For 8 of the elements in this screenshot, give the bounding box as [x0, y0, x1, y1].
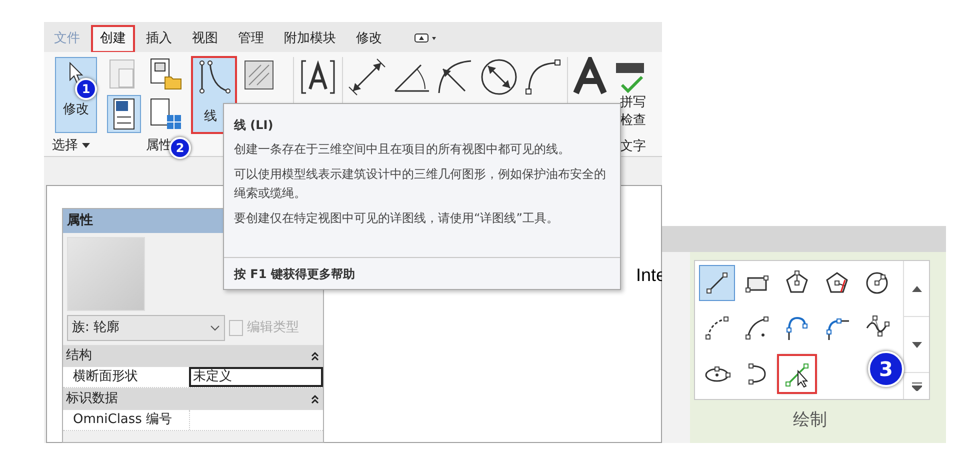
help-hint: 按 F1 键获得更多帮助: [234, 266, 355, 282]
group-label: 文字: [620, 138, 646, 156]
property-label: 横断面形状: [72, 368, 139, 386]
property-label: OmniClass 编号: [72, 411, 174, 430]
tooltip-description: 创建一条存在于三维空间中且在项目的所有视图中都可见的线。: [234, 141, 571, 158]
panel-label: 绘制: [793, 409, 827, 432]
tooltip-description: 可以使用模型线表示建筑设计中的三维几何图形，例如保护油布安全的绳索或缆绳。: [234, 166, 607, 202]
tooltip-title: 线 (LI): [234, 117, 274, 134]
